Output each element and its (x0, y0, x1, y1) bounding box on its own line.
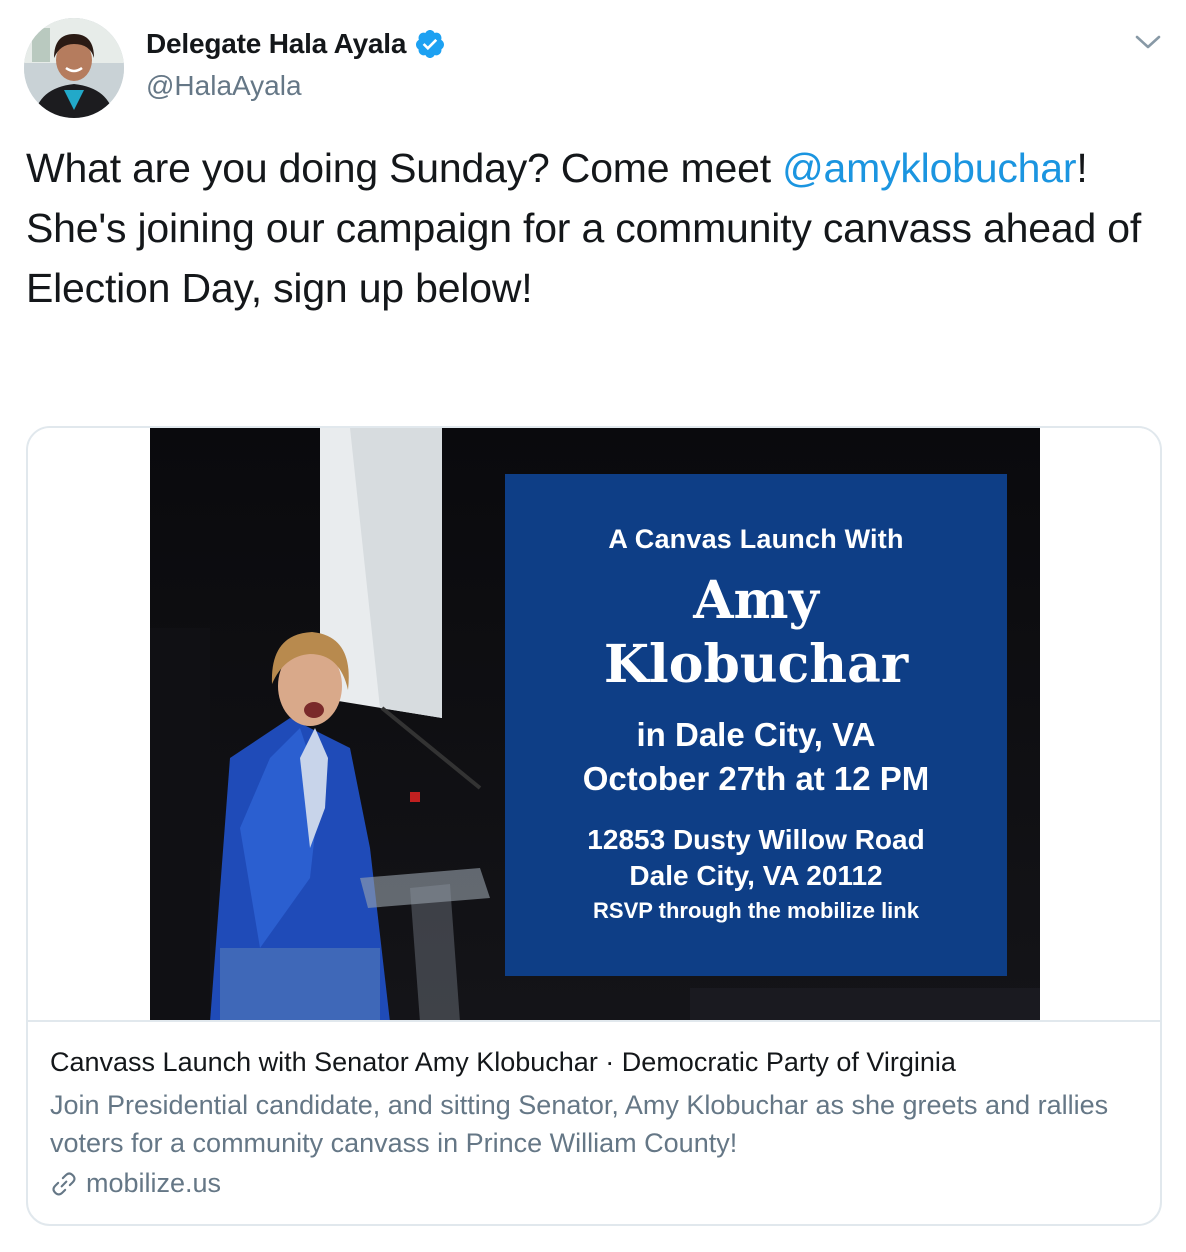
tweet-text-part1: What are you doing Sunday? Come meet (26, 145, 783, 191)
tweet: Delegate Hala Ayala @HalaAyala What are … (0, 0, 1186, 1252)
flyer-address-city: Dale City, VA 20112 (629, 860, 883, 891)
mention-link[interactable]: @amyklobuchar (782, 145, 1076, 191)
link-icon (52, 1171, 76, 1196)
card-media[interactable]: A Canvas Launch With Amy Klobuchar in Da… (28, 428, 1160, 1022)
card-title[interactable]: Canvass Launch with Senator Amy Klobucha… (50, 1044, 1140, 1080)
author-name-row: Delegate Hala Ayala (146, 28, 446, 60)
flyer-address-street: 12853 Dusty Willow Road (587, 824, 925, 855)
verified-badge-icon (416, 30, 445, 58)
author-handle[interactable]: @HalaAyala (146, 70, 302, 102)
author-display-name[interactable]: Delegate Hala Ayala (146, 28, 406, 60)
link-card[interactable]: A Canvas Launch With Amy Klobuchar in Da… (26, 426, 1162, 1226)
flyer-name-first: Amy (693, 570, 819, 631)
card-domain-row[interactable]: mobilize.us (50, 1168, 1140, 1199)
flyer-launch-line: A Canvas Launch With (608, 524, 904, 554)
card-description: Join Presidential candidate, and sitting… (50, 1090, 1109, 1158)
flyer-rsvp: RSVP through the mobilize link (593, 898, 919, 923)
card-domain[interactable]: mobilize.us (86, 1168, 221, 1199)
flyer-city: in Dale City, VA (636, 716, 876, 753)
flyer-name-last: Klobuchar (603, 634, 909, 695)
avatar[interactable] (24, 18, 124, 118)
chevron-down-icon[interactable] (1133, 32, 1163, 52)
card-image[interactable]: A Canvas Launch With Amy Klobuchar in Da… (150, 428, 1040, 1022)
event-flyer-panel: A Canvas Launch With Amy Klobuchar in Da… (505, 474, 1007, 976)
card-divider (28, 1020, 1160, 1022)
tweet-text: What are you doing Sunday? Come meet @am… (26, 138, 1146, 318)
flyer-date: October 27th at 12 PM (582, 760, 930, 797)
card-body[interactable]: Canvass Launch with Senator Amy Klobucha… (50, 1044, 1140, 1199)
